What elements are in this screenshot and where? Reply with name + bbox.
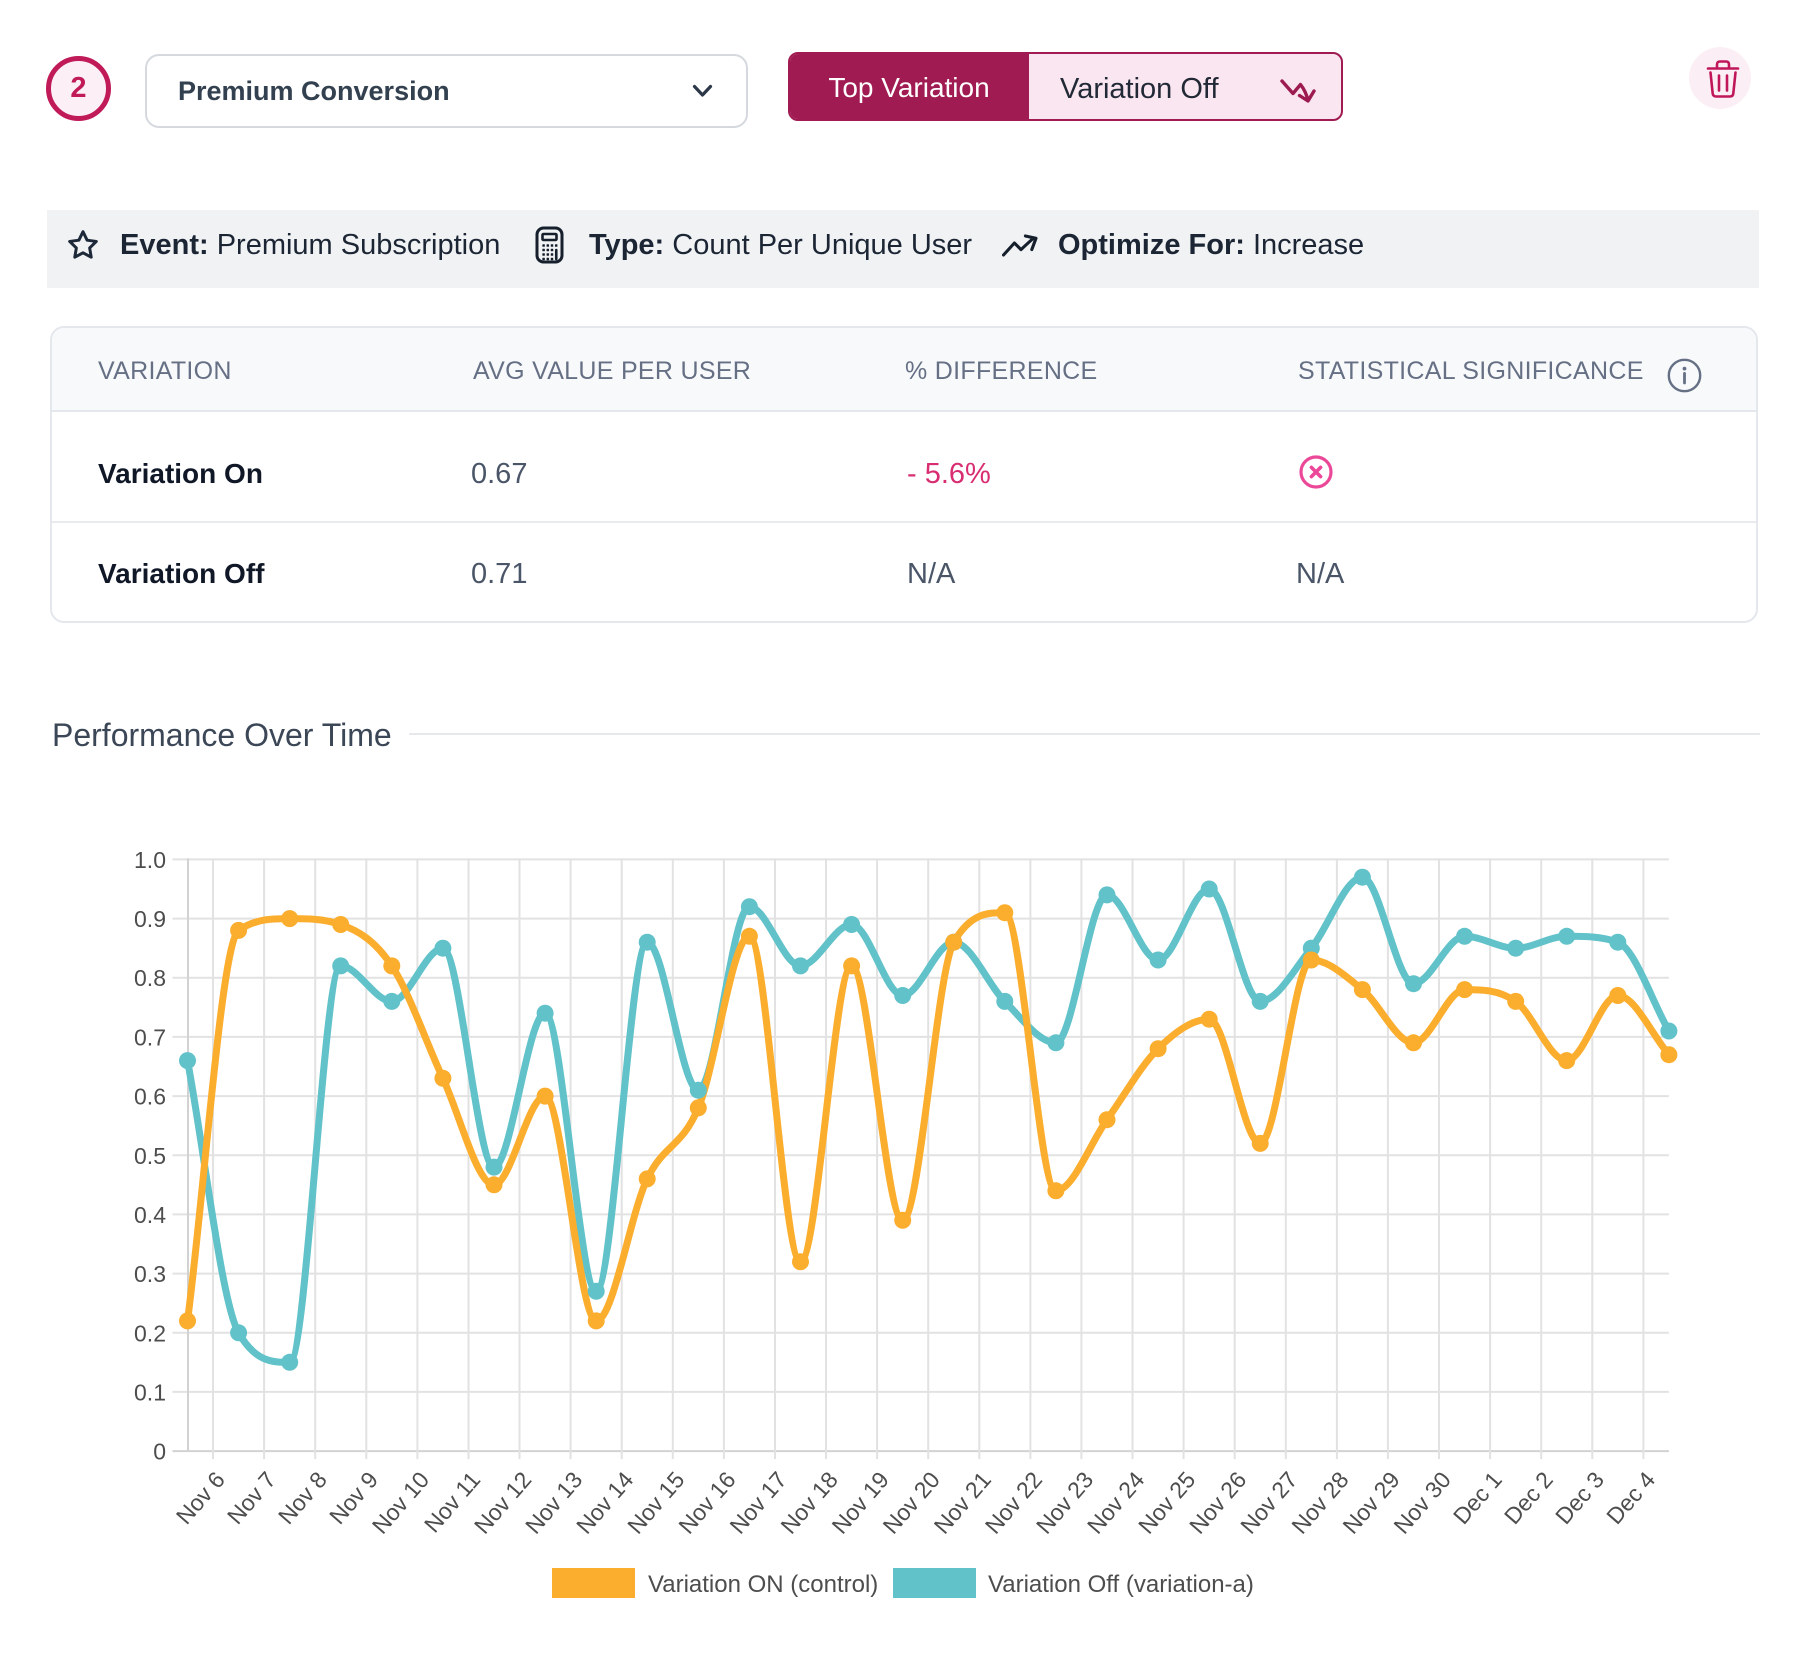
svg-text:Dec 4: Dec 4 [1601, 1466, 1660, 1529]
svg-text:0.2: 0.2 [134, 1320, 166, 1346]
svg-text:0: 0 [153, 1439, 166, 1465]
svg-text:Nov 7: Nov 7 [222, 1467, 281, 1529]
svg-text:0.4: 0.4 [134, 1202, 166, 1228]
svg-text:0.6: 0.6 [134, 1084, 166, 1110]
svg-text:Dec 1: Dec 1 [1448, 1467, 1507, 1529]
svg-text:Nov 8: Nov 8 [273, 1467, 332, 1529]
svg-text:0.7: 0.7 [134, 1024, 166, 1050]
svg-text:Variation Off (variation-a): Variation Off (variation-a) [988, 1571, 1254, 1598]
svg-text:Nov 6: Nov 6 [171, 1467, 230, 1529]
svg-text:Dec 2: Dec 2 [1499, 1467, 1558, 1529]
svg-text:0.1: 0.1 [134, 1379, 166, 1405]
svg-text:Nov 30: Nov 30 [1388, 1467, 1455, 1539]
svg-text:0.9: 0.9 [134, 906, 166, 932]
svg-text:0.5: 0.5 [134, 1143, 166, 1169]
svg-text:Variation ON (control): Variation ON (control) [648, 1571, 878, 1598]
svg-text:Dec 3: Dec 3 [1550, 1467, 1609, 1529]
svg-text:1.0: 1.0 [134, 847, 166, 873]
svg-text:0.8: 0.8 [134, 965, 166, 991]
svg-text:Nov 10: Nov 10 [367, 1467, 434, 1539]
svg-text:0.3: 0.3 [134, 1261, 166, 1287]
